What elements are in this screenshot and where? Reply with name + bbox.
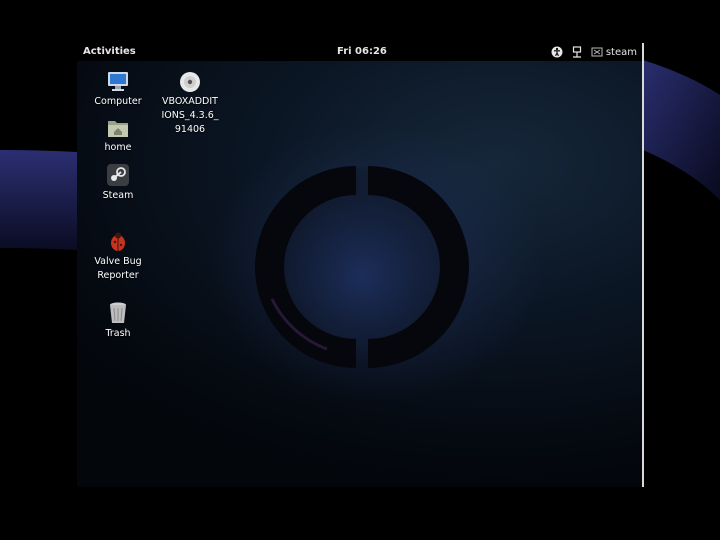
accessibility-icon[interactable] xyxy=(551,46,563,58)
user-icon xyxy=(591,47,603,57)
system-tray: steam xyxy=(551,44,637,60)
user-name: steam xyxy=(605,46,637,58)
wallpaper-logo xyxy=(255,166,469,368)
desktop-icon-label: VBOXADDIT IONS_4.3.6_ 91406 xyxy=(161,96,219,135)
disc-icon xyxy=(180,72,200,92)
folder-home-icon xyxy=(108,121,128,137)
network-icon[interactable] xyxy=(571,46,583,58)
top-bar: Activities Fri 06:26 steam xyxy=(77,43,643,61)
user-menu[interactable]: steam xyxy=(591,46,637,58)
desktop-icon-label: Valve Bug Reporter xyxy=(94,256,142,281)
trash-icon xyxy=(110,302,126,323)
desktop-icon-home[interactable]: home xyxy=(83,117,153,155)
vm-desktop: Activities Fri 06:26 steam Computer home… xyxy=(77,43,643,487)
desktop-icon-label: Steam xyxy=(102,190,134,201)
desktop-icon-valve-bug-reporter[interactable]: Valve Bug Reporter xyxy=(83,231,153,283)
computer-icon xyxy=(108,72,128,91)
steam-icon xyxy=(107,164,129,186)
clock[interactable]: Fri 06:26 xyxy=(337,46,387,57)
desktop-icon-label: Trash xyxy=(105,328,131,339)
activities-button[interactable]: Activities xyxy=(83,46,136,57)
window-border xyxy=(642,43,644,487)
desktop-icon-steam[interactable]: Steam xyxy=(83,163,153,203)
desktop-icon-trash[interactable]: Trash xyxy=(83,301,153,341)
desktop-icon-label: Computer xyxy=(94,96,142,107)
desktop-icon-vboxadditions[interactable]: VBOXADDIT IONS_4.3.6_ 91406 xyxy=(155,71,225,137)
bug-icon xyxy=(111,232,125,251)
desktop-icon-label: home xyxy=(104,142,132,153)
desktop-icon-computer[interactable]: Computer xyxy=(83,69,153,109)
